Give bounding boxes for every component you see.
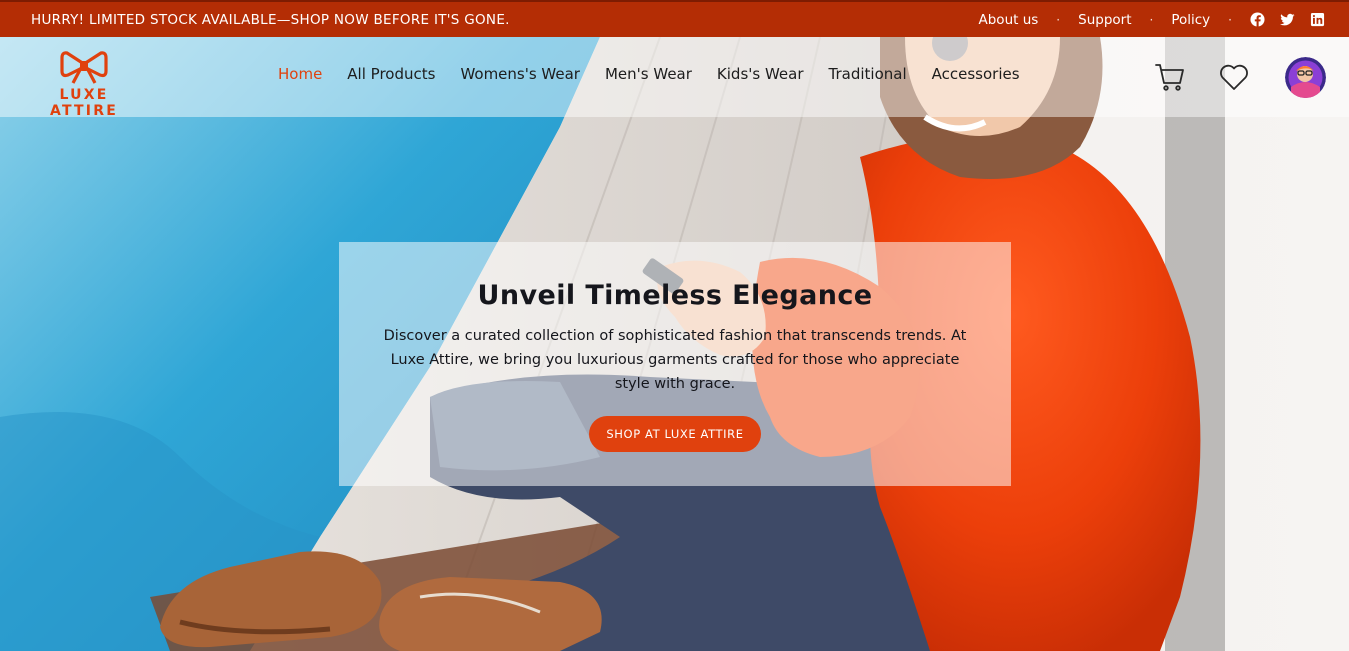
support-link[interactable]: Support (1078, 12, 1131, 28)
main-navbar: LUXE ATTIRE Home All Products Womens's W… (0, 37, 1349, 119)
separator: · (1149, 12, 1154, 27)
social-links (1250, 12, 1325, 27)
main-menu: Home All Products Womens's Wear Men's We… (278, 65, 1045, 83)
brand-logo[interactable]: LUXE ATTIRE (23, 49, 145, 119)
policy-link[interactable]: Policy (1171, 12, 1210, 28)
nav-item-womens-wear[interactable]: Womens's Wear (460, 65, 580, 83)
linkedin-icon[interactable] (1310, 12, 1325, 27)
cart-icon[interactable] (1154, 61, 1186, 93)
avatar[interactable] (1285, 57, 1326, 98)
hero-description: Discover a curated collection of sophist… (383, 328, 967, 392)
twitter-icon[interactable] (1280, 12, 1295, 27)
nav-item-home[interactable]: Home (278, 65, 322, 83)
shop-now-button[interactable]: SHOP AT LUXE ATTIRE (589, 416, 761, 452)
nav-item-accessories[interactable]: Accessories (932, 65, 1020, 83)
heart-icon[interactable] (1218, 61, 1250, 93)
nav-item-mens-wear[interactable]: Men's Wear (605, 65, 692, 83)
facebook-icon[interactable] (1250, 12, 1265, 27)
nav-item-all-products[interactable]: All Products (347, 65, 435, 83)
hero-title: Unveil Timeless Elegance (477, 280, 873, 311)
promo-text: HURRY! LIMITED STOCK AVAILABLE—SHOP NOW … (31, 11, 510, 28)
nav-item-traditional[interactable]: Traditional (829, 65, 907, 83)
separator: · (1228, 12, 1232, 27)
announcement-bar: HURRY! LIMITED STOCK AVAILABLE—SHOP NOW … (0, 0, 1349, 37)
about-us-link[interactable]: About us (979, 12, 1039, 28)
topbar-links: About us · Support · Policy · (979, 12, 1326, 28)
brand-name: LUXE ATTIRE (50, 87, 118, 119)
bow-icon (60, 51, 108, 84)
nav-item-kids-wear[interactable]: Kids's Wear (717, 65, 804, 83)
separator: · (1056, 12, 1061, 27)
hero-card: Unveil Timeless Elegance Discover a cura… (339, 242, 1011, 486)
